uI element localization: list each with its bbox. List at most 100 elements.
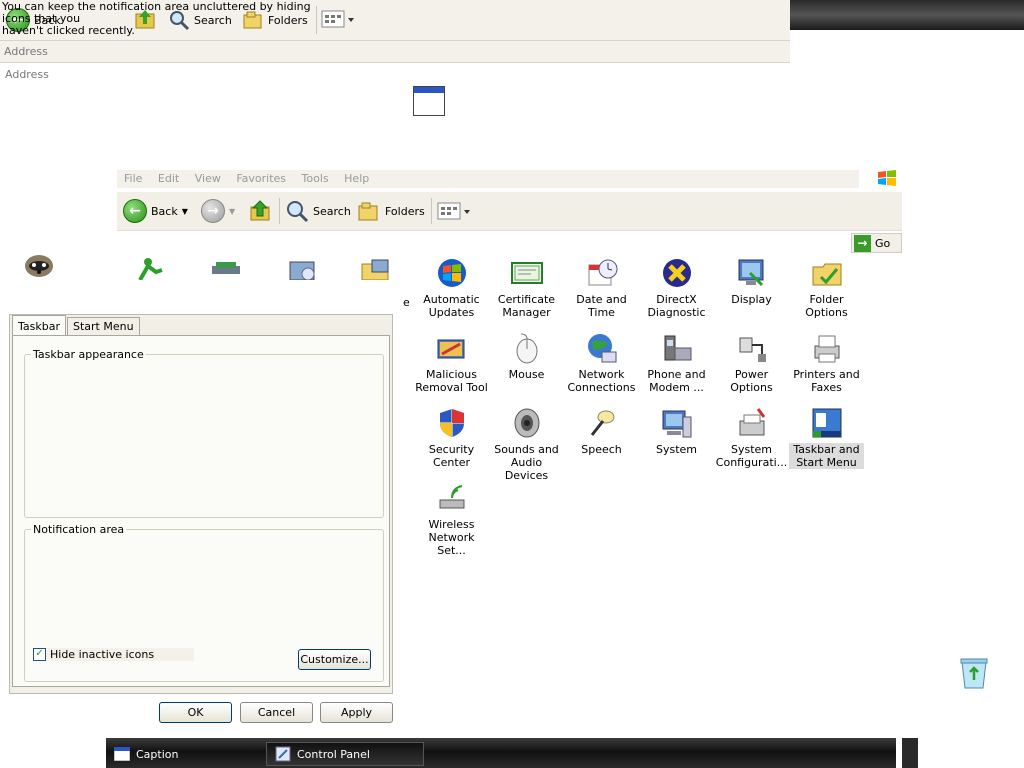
accessibility-icon[interactable] bbox=[134, 256, 166, 281]
go-arrow-icon: → bbox=[854, 234, 871, 252]
add-hardware-icon[interactable] bbox=[210, 256, 242, 280]
display-icon bbox=[736, 257, 768, 289]
cp-item-printers-and-faxes[interactable]: Printers and Faxes bbox=[789, 332, 864, 394]
cp-item-label: Mouse bbox=[508, 368, 545, 381]
cp-item-label: DirectX Diagnostic bbox=[647, 293, 706, 319]
cp-item-label: System bbox=[655, 443, 698, 456]
raccoon-icon[interactable] bbox=[22, 250, 56, 280]
cp-item-folder-options[interactable]: Folder Options bbox=[789, 257, 864, 319]
taskbar-item-label: Control Panel bbox=[297, 747, 370, 761]
folder-icon bbox=[811, 257, 843, 289]
taskbar-item-caption[interactable]: Caption bbox=[106, 742, 264, 766]
notification-area-title: Notification area bbox=[31, 523, 127, 536]
back-button[interactable]: ← Back ▼ bbox=[123, 199, 188, 223]
toolbar-separator bbox=[431, 198, 432, 224]
menu-file[interactable]: File bbox=[124, 170, 142, 188]
cp-item-taskbar-and-start-menu[interactable]: Taskbar and Start Menu bbox=[789, 407, 864, 469]
hide-inactive-checkbox[interactable]: ✓ bbox=[33, 648, 46, 661]
cp-item-display[interactable]: Display bbox=[714, 257, 789, 306]
forward-arrow-icon: → bbox=[201, 199, 225, 223]
cp-item-label: System Configurati... bbox=[715, 443, 788, 469]
notification-tooltip: You can keep the notification area unclu… bbox=[2, 1, 342, 37]
cp-item-certificate-manager[interactable]: Certificate Manager bbox=[489, 257, 564, 319]
malicious-removal-icon bbox=[436, 332, 468, 364]
customize-button[interactable]: Customize... bbox=[298, 649, 371, 670]
menu-view[interactable]: View bbox=[195, 170, 221, 188]
up-folder-icon bbox=[250, 200, 270, 221]
cp-item-system-configurati[interactable]: System Configurati... bbox=[714, 407, 789, 469]
network-icon bbox=[586, 332, 618, 364]
taskbar-icon bbox=[811, 407, 843, 439]
back-arrow-icon: ← bbox=[123, 199, 147, 223]
cp-item-mouse[interactable]: Mouse bbox=[489, 332, 564, 381]
cp-item-label: Display bbox=[731, 293, 772, 306]
address-label: Address bbox=[4, 45, 48, 58]
certificate-icon bbox=[510, 257, 543, 289]
menu-edit[interactable]: Edit bbox=[158, 170, 179, 188]
administrative-tools-icon[interactable] bbox=[360, 256, 392, 281]
cp-item-date-and-time[interactable]: Date and Time bbox=[564, 257, 639, 319]
cp-item-directx-diagnostic[interactable]: DirectX Diagnostic bbox=[639, 257, 714, 319]
cp-item-sounds-and-audio-devices[interactable]: Sounds and Audio Devices bbox=[489, 407, 564, 482]
forward-button[interactable]: → ▼ bbox=[201, 199, 235, 223]
go-button[interactable]: → Go bbox=[851, 233, 902, 253]
tooltip-line-1: You can keep the notification area unclu… bbox=[2, 0, 311, 25]
taskbar-properties-dialog: Taskbar Start Menu Taskbar appearance No… bbox=[9, 314, 393, 694]
cp-item-label: Power Options bbox=[730, 368, 773, 394]
partial-item-label: e bbox=[403, 296, 410, 309]
cp-item-security-center[interactable]: Security Center bbox=[414, 407, 489, 469]
dialog-tabs: Taskbar Start Menu bbox=[12, 315, 141, 335]
hide-inactive-row[interactable]: ✓ Hide inactive icons bbox=[33, 648, 195, 661]
toolbar-separator bbox=[279, 198, 280, 224]
cp-item-label: Date and Time bbox=[576, 293, 627, 319]
cp-item-system[interactable]: System bbox=[639, 407, 714, 456]
control-panel-icon bbox=[275, 746, 291, 762]
folders-button[interactable]: Folders bbox=[357, 199, 425, 223]
back-dropdown-icon[interactable]: ▼ bbox=[182, 207, 188, 216]
menu-tools[interactable]: Tools bbox=[302, 170, 329, 188]
taskbar-appearance-group: Taskbar appearance bbox=[24, 348, 384, 518]
apply-button[interactable]: Apply bbox=[320, 702, 393, 723]
directx-icon bbox=[661, 257, 693, 289]
cp-item-speech[interactable]: Speech bbox=[564, 407, 639, 456]
cp-item-label: Malicious Removal Tool bbox=[415, 368, 488, 394]
recycle-bin-icon[interactable] bbox=[958, 656, 990, 690]
taskbar-item-label: Caption bbox=[136, 747, 179, 761]
cp-item-label: Certificate Manager bbox=[497, 293, 556, 319]
add-remove-programs-icon[interactable] bbox=[286, 256, 318, 281]
cp-item-wireless-network-set[interactable]: Wireless Network Set... bbox=[414, 482, 489, 557]
wireless-icon bbox=[436, 482, 468, 514]
cp-item-malicious-removal-tool[interactable]: Malicious Removal Tool bbox=[414, 332, 489, 394]
tooltip-line-2: haven't clicked recently. bbox=[2, 24, 135, 37]
taskbar-end bbox=[902, 738, 918, 768]
windows-update-icon bbox=[436, 257, 468, 289]
cp-item-automatic-updates[interactable]: Automatic Updates bbox=[414, 257, 489, 319]
menu-help[interactable]: Help bbox=[344, 170, 369, 188]
cp-item-label: Sounds and Audio Devices bbox=[494, 443, 559, 482]
ok-button[interactable]: OK bbox=[159, 702, 232, 723]
window-icon[interactable] bbox=[413, 86, 445, 116]
search-label: Search bbox=[313, 204, 351, 218]
taskbar: Caption Control Panel bbox=[106, 738, 896, 768]
up-button[interactable] bbox=[249, 199, 271, 223]
cp-item-power-options[interactable]: Power Options bbox=[714, 332, 789, 394]
tab-start-menu[interactable]: Start Menu bbox=[67, 317, 140, 335]
cp-item-label: Phone and Modem ... bbox=[647, 368, 706, 394]
search-button[interactable]: Search bbox=[285, 199, 351, 223]
dark-taskbar-fragment bbox=[790, 0, 1024, 30]
cp-item-label: Security Center bbox=[428, 443, 475, 469]
cp-item-label: Printers and Faxes bbox=[793, 368, 860, 394]
cancel-button[interactable]: Cancel bbox=[240, 702, 313, 723]
system-config-icon bbox=[736, 407, 768, 439]
menu-bar: File Edit View Favorites Tools Help bbox=[117, 170, 859, 188]
menu-favorites[interactable]: Favorites bbox=[236, 170, 286, 188]
cp-item-phone-and-modem[interactable]: Phone and Modem ... bbox=[639, 332, 714, 394]
taskbar-item-control-panel[interactable]: Control Panel bbox=[266, 742, 424, 766]
phone-icon bbox=[661, 332, 693, 364]
taskbar-appearance-title: Taskbar appearance bbox=[31, 348, 146, 361]
cp-item-network-connections[interactable]: Network Connections bbox=[564, 332, 639, 394]
tab-panel: Taskbar appearance Notification area ✓ H… bbox=[12, 335, 390, 687]
speaker-icon bbox=[511, 407, 543, 439]
views-button[interactable] bbox=[437, 199, 471, 223]
tab-taskbar[interactable]: Taskbar bbox=[12, 315, 66, 335]
